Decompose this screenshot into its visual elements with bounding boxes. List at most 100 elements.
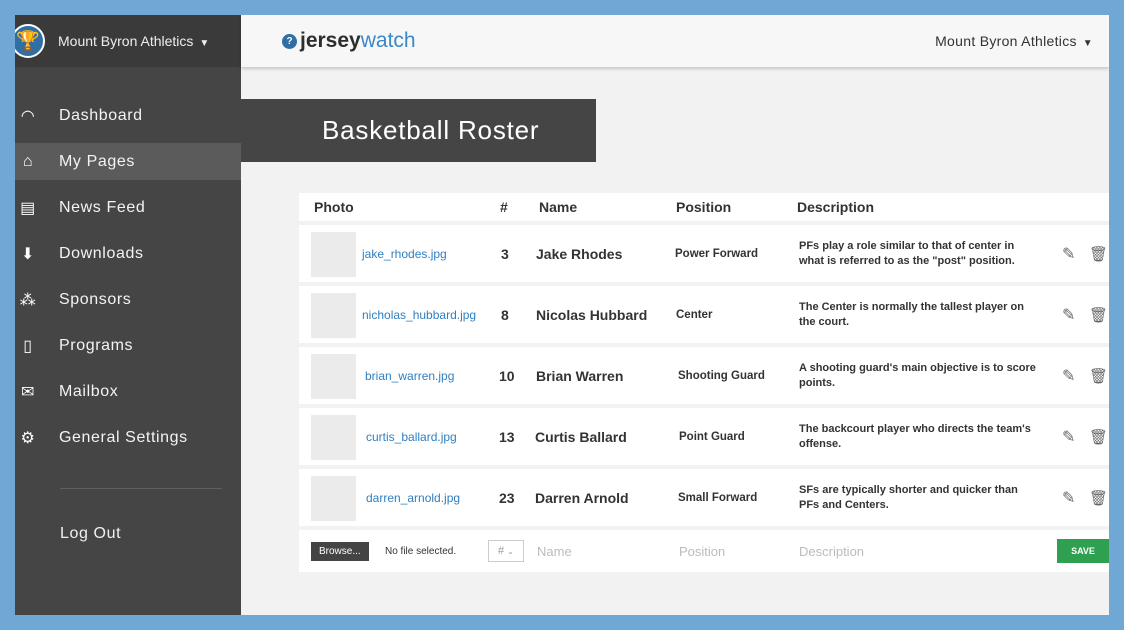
sidebar-item-label: Downloads: [59, 244, 144, 262]
photo-thumbnail[interactable]: [311, 354, 356, 399]
sidebar-item-label: Sponsors: [59, 290, 132, 308]
sidebar-item-mailbox[interactable]: ✉ Mailbox: [15, 373, 241, 410]
player-description: PFs play a role similar to that of cente…: [799, 239, 1015, 267]
chevron-down-icon: ⌄: [507, 546, 514, 556]
sidebar-item-label: Dashboard: [59, 106, 143, 124]
page-title: Basketball Roster: [241, 99, 596, 162]
sidebar-item-dashboard[interactable]: ◠ Dashboard: [15, 97, 241, 134]
mail-icon: ✉: [20, 383, 35, 401]
account-name: Mount Byron Athletics: [935, 33, 1077, 49]
caret-down-icon: ▼: [199, 38, 210, 49]
gauge-icon: ◠: [20, 107, 36, 125]
sidebar-item-label: General Settings: [59, 428, 188, 446]
download-icon: ⬇: [20, 245, 35, 263]
gear-icon: ⚙: [20, 429, 36, 447]
pencil-icon[interactable]: ✎: [1062, 366, 1075, 386]
player-name: Jake Rhodes: [536, 245, 623, 262]
sidebar-item-general-settings[interactable]: ⚙ General Settings: [15, 419, 241, 456]
org-name[interactable]: Mount Byron Athletics ▼: [58, 33, 209, 49]
sidebar-item-label: News Feed: [59, 198, 146, 216]
header-photo: Photo: [314, 199, 354, 215]
description-input[interactable]: Description: [799, 544, 864, 559]
player-name: Brian Warren: [536, 367, 624, 384]
photo-file-link[interactable]: nicholas_hubbard.jpg: [362, 308, 476, 322]
player-number: 3: [501, 245, 509, 262]
player-number: 13: [499, 428, 515, 445]
sidebar-divider: [60, 488, 222, 489]
player-description: The backcourt player who directs the tea…: [799, 422, 1031, 450]
trash-icon[interactable]: 🗑: [1089, 306, 1108, 324]
pencil-icon[interactable]: ✎: [1062, 244, 1075, 264]
player-description: SFs are typically shorter and quicker th…: [799, 483, 1018, 511]
photo-file-link[interactable]: darren_arnold.jpg: [366, 491, 460, 505]
trash-icon[interactable]: 🗑: [1089, 367, 1108, 385]
player-description: A shooting guard's main objective is to …: [799, 361, 1036, 389]
header-description: Description: [797, 199, 875, 215]
caret-down-icon: ▼: [1082, 38, 1093, 49]
player-position: Point Guard: [679, 430, 745, 443]
table-row: brian_warren.jpg 10 Brian Warren Shootin…: [299, 347, 1109, 404]
trophy-icon: 🏆: [15, 24, 45, 58]
player-position: Center: [676, 308, 713, 321]
trash-icon[interactable]: 🗑: [1089, 428, 1108, 446]
top-header: ? jersey watch Mount Byron Athletics ▼: [241, 15, 1109, 67]
account-menu[interactable]: Mount Byron Athletics ▼: [935, 33, 1093, 49]
table-header: Photo # Name Position Description: [299, 193, 1109, 221]
table-row: curtis_ballard.jpg 13 Curtis Ballard Poi…: [299, 408, 1109, 465]
sidebar-item-my-pages[interactable]: ⌂ My Pages: [15, 143, 241, 180]
photo-thumbnail[interactable]: [311, 232, 356, 277]
player-name: Curtis Ballard: [535, 428, 627, 445]
player-number: 10: [499, 367, 515, 384]
sidebar-item-sponsors[interactable]: ⁂ Sponsors: [15, 281, 241, 318]
sidebar-item-label: Programs: [59, 336, 134, 354]
sidebar: 🏆 Mount Byron Athletics ▼ ◠ Dashboard ⌂ M…: [15, 15, 241, 615]
app-window: 🏆 Mount Byron Athletics ▼ ◠ Dashboard ⌂ M…: [15, 15, 1109, 615]
add-player-row: Browse... No file selected. # ⌄ Name Pos…: [299, 530, 1109, 572]
logout-link[interactable]: Log Out: [60, 525, 121, 543]
pencil-icon[interactable]: ✎: [1062, 488, 1075, 508]
logo-text-watch: watch: [360, 29, 416, 52]
trash-icon[interactable]: 🗑: [1089, 489, 1108, 507]
player-position: Small Forward: [678, 491, 758, 504]
table-row: jake_rhodes.jpg 3 Jake Rhodes Power Forw…: [299, 225, 1109, 282]
pencil-icon[interactable]: ✎: [1062, 305, 1075, 325]
save-button[interactable]: SAVE: [1057, 539, 1109, 563]
header-number: #: [500, 199, 508, 215]
player-description: The Center is normally the tallest playe…: [799, 300, 1024, 328]
roster-table: Photo # Name Position Description jake_r…: [299, 193, 1109, 572]
home-icon: ⌂: [22, 152, 34, 170]
photo-thumbnail[interactable]: [311, 476, 356, 521]
photo-file-link[interactable]: curtis_ballard.jpg: [366, 430, 457, 444]
document-icon: ▯: [23, 337, 33, 355]
header-name: Name: [539, 199, 578, 215]
sidebar-item-label: Mailbox: [59, 382, 119, 400]
player-number: 8: [501, 306, 509, 323]
jerseywatch-logo[interactable]: ? jersey watch: [282, 29, 416, 53]
table-row: darren_arnold.jpg 23 Darren Arnold Small…: [299, 469, 1109, 526]
logo-text-jersey: jersey: [300, 29, 361, 52]
number-select[interactable]: # ⌄: [488, 540, 524, 562]
pencil-icon[interactable]: ✎: [1062, 427, 1075, 447]
browse-button[interactable]: Browse...: [311, 541, 369, 561]
photo-thumbnail[interactable]: [311, 415, 356, 460]
photo-thumbnail[interactable]: [311, 293, 356, 338]
trash-icon[interactable]: 🗑: [1089, 245, 1108, 263]
sidebar-item-news-feed[interactable]: ▤ News Feed: [15, 189, 241, 226]
sidebar-item-label: My Pages: [59, 152, 135, 170]
photo-file-link[interactable]: brian_warren.jpg: [365, 369, 454, 383]
sidebar-nav: ◠ Dashboard ⌂ My Pages ▤ News Feed ⬇ Dow…: [15, 97, 241, 456]
sponsors-icon: ⁂: [19, 291, 37, 309]
player-name: Nicolas Hubbard: [536, 306, 648, 323]
player-name: Darren Arnold: [535, 489, 629, 506]
newspaper-icon: ▤: [20, 199, 36, 217]
sidebar-item-downloads[interactable]: ⬇ Downloads: [15, 235, 241, 272]
logo-mark-icon: ?: [282, 33, 297, 49]
player-position: Power Forward: [675, 247, 759, 260]
position-input[interactable]: Position: [679, 544, 725, 559]
sidebar-item-programs[interactable]: ▯ Programs: [15, 327, 241, 364]
name-input[interactable]: Name: [537, 544, 572, 559]
photo-file-link[interactable]: jake_rhodes.jpg: [362, 247, 447, 261]
table-row: nicholas_hubbard.jpg 8 Nicolas Hubbard C…: [299, 286, 1109, 343]
org-switcher[interactable]: 🏆 Mount Byron Athletics ▼: [15, 15, 241, 67]
file-status: No file selected.: [385, 545, 457, 557]
